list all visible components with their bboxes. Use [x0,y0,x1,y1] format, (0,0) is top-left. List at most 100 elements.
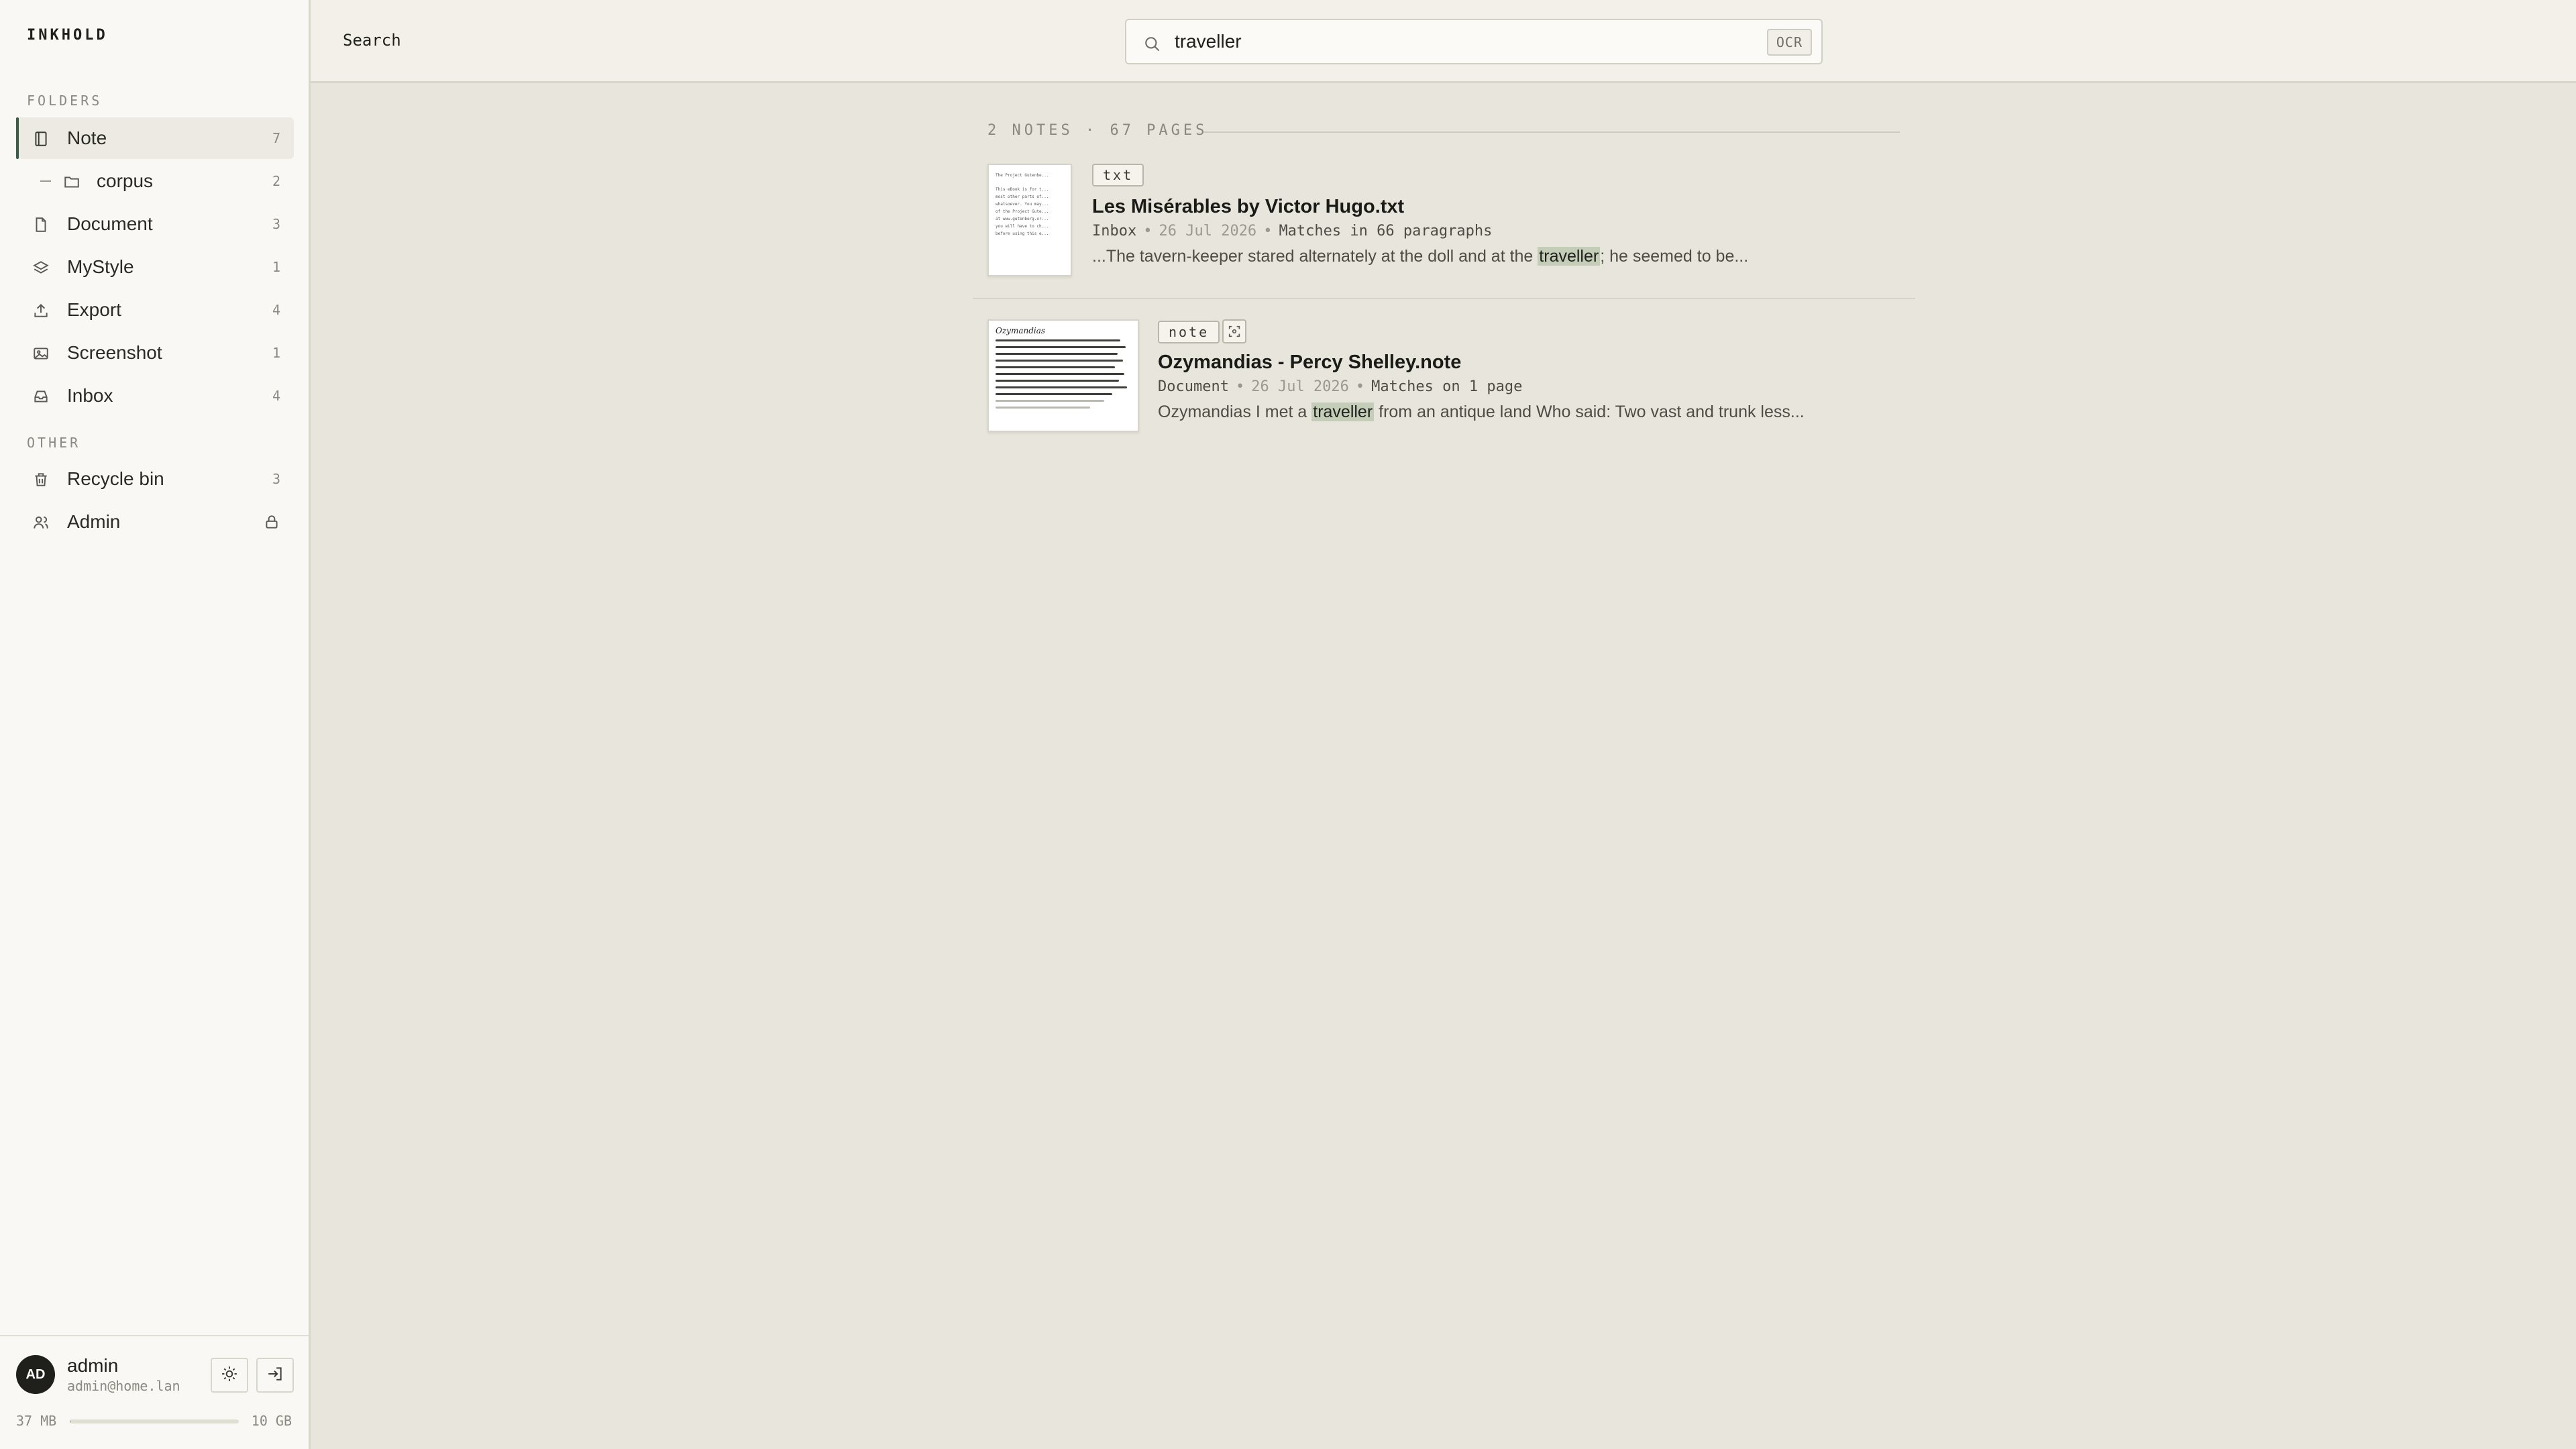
result-title[interactable]: Les Misérables by Victor Hugo.txt [1092,196,1404,218]
search-icon [1142,34,1161,53]
other-section-label: OTHER [27,435,81,451]
app-logo[interactable]: INKHOLD [27,27,108,44]
page-title: Search [343,31,401,50]
sidebar-item-export[interactable]: Export 4 [16,289,294,331]
sidebar-item-inbox[interactable]: Inbox 4 [16,375,294,417]
result-date: 26 Jul 2026 [1251,378,1349,395]
lock-icon [263,513,280,534]
sidebar-item-admin[interactable]: Admin [16,501,294,543]
handwriting-line [996,386,1127,388]
search-result[interactable]: The Project Gutenbe... This eBook is for… [973,157,1915,291]
handwriting-line [996,353,1118,355]
handwriting-line [996,360,1123,362]
sidebar-item-label: Inbox [67,385,113,406]
sidebar-item-count: 1 [272,345,280,361]
thumbnail-line: most other parts of... [996,195,1049,199]
handwriting-line [996,373,1124,375]
users-icon [32,514,50,531]
handwriting-line [996,380,1119,382]
snippet-text: ...The tavern-keeper stared alternately … [1092,247,1538,266]
sidebar-item-count: 3 [272,216,280,232]
sidebar-item-count: 4 [272,388,280,404]
avatar[interactable]: AD [16,1355,55,1394]
snippet-text: ; he seemed to be... [1600,247,1749,266]
sidebar-item-note[interactable]: Note 7 [16,117,294,159]
result-date: 26 Jul 2026 [1159,223,1257,239]
result-meta: Document • 26 Jul 2026 • Matches on 1 page [1158,378,1522,395]
results-header-rule [1203,131,1900,133]
search-result[interactable]: Ozymandias note Ozymandias - Percy Shell… [973,313,1915,447]
logout-button[interactable] [256,1358,294,1393]
theme-toggle-button[interactable] [211,1358,248,1393]
storage-total: 10 GB [251,1413,292,1429]
file-icon [32,216,50,233]
file-type-tag: txt [1092,164,1144,186]
folder-icon [63,173,80,191]
storage-used: 37 MB [16,1413,57,1429]
sidebar-item-count: 1 [272,259,280,275]
sidebar-item-document[interactable]: Document 3 [16,203,294,245]
sidebar-item-label: Admin [67,511,121,532]
logout-icon [266,1365,284,1386]
folders-section-label: FOLDERS [27,93,103,109]
handwriting-line [996,407,1091,409]
sidebar-item-mystyle[interactable]: MyStyle 1 [16,246,294,288]
image-icon [32,345,50,362]
sidebar-item-count: 2 [272,173,280,189]
thumbnail-line: whatsoever. You may... [996,202,1049,207]
user-email: admin@home.lan [67,1378,180,1394]
result-matches: Matches in 66 paragraphs [1279,223,1493,239]
meta-separator: • [1143,223,1152,239]
thumbnail-line: before using this e... [996,231,1049,236]
handwriting-line [996,339,1120,341]
sidebar-item-label: Recycle bin [67,468,164,489]
result-snippet: ...The tavern-keeper stared alternately … [1092,247,1748,266]
snippet-text: Ozymandias I met a [1158,402,1312,421]
result-matches: Matches on 1 page [1371,378,1523,395]
topbar: Search OCR [311,0,2576,83]
thumbnail-line: of the Project Gute... [996,209,1049,214]
sidebar-item-label: corpus [97,170,154,191]
inbox-icon [32,388,50,405]
file-type-tag: note [1158,321,1220,343]
sidebar-item-recycle-bin[interactable]: Recycle bin 3 [16,458,294,500]
sidebar-item-label: Note [67,127,107,148]
sun-icon [221,1365,238,1386]
sidebar-item-count: 3 [272,471,280,487]
sidebar-item-count: 4 [272,302,280,318]
thumbnail-text: This eBook is for t... most other parts … [996,186,1064,237]
thumbnail-line: you will have to ch... [996,224,1049,229]
sidebar-item-screenshot[interactable]: Screenshot 1 [16,332,294,374]
result-divider [973,298,1915,299]
result-folder: Inbox [1092,223,1137,239]
thumbnail-line: This eBook is for t... [996,187,1049,192]
meta-separator: • [1235,378,1245,395]
tree-connector [40,180,51,182]
results-summary: 2 NOTES · 67 PAGES [987,122,1208,139]
upload-icon [32,302,50,319]
handwriting-line [996,366,1115,368]
sidebar-footer-divider [0,1335,309,1336]
result-snippet: Ozymandias I met a traveller from an ant… [1158,402,1805,422]
snippet-highlight: traveller [1311,402,1375,421]
result-folder: Document [1158,378,1229,395]
thumbnail-title: The Project Gutenbe... [996,173,1049,178]
result-title[interactable]: Ozymandias - Percy Shelley.note [1158,352,1461,374]
sidebar-item-label: MyStyle [67,256,134,277]
layers-icon [32,259,50,276]
result-meta: Inbox • 26 Jul 2026 • Matches in 66 paragrap… [1092,223,1492,239]
ocr-toggle-button[interactable]: OCR [1766,29,1812,56]
sidebar-item-corpus[interactable]: corpus 2 [16,160,294,202]
sidebar-item-label: Screenshot [67,342,162,363]
sidebar-item-count: 7 [272,130,280,146]
result-thumbnail[interactable]: Ozymandias [987,319,1139,432]
search-input[interactable] [1175,28,1752,55]
handwriting-line [996,400,1104,402]
result-thumbnail[interactable]: The Project Gutenbe... This eBook is for… [987,164,1072,276]
snippet-highlight: traveller [1538,247,1601,266]
thumbnail-title: Ozymandias [996,326,1046,335]
search-box[interactable]: OCR [1125,19,1823,64]
handwriting-line [996,393,1112,395]
sidebar-item-label: Export [67,299,121,320]
meta-separator: • [1355,378,1365,395]
